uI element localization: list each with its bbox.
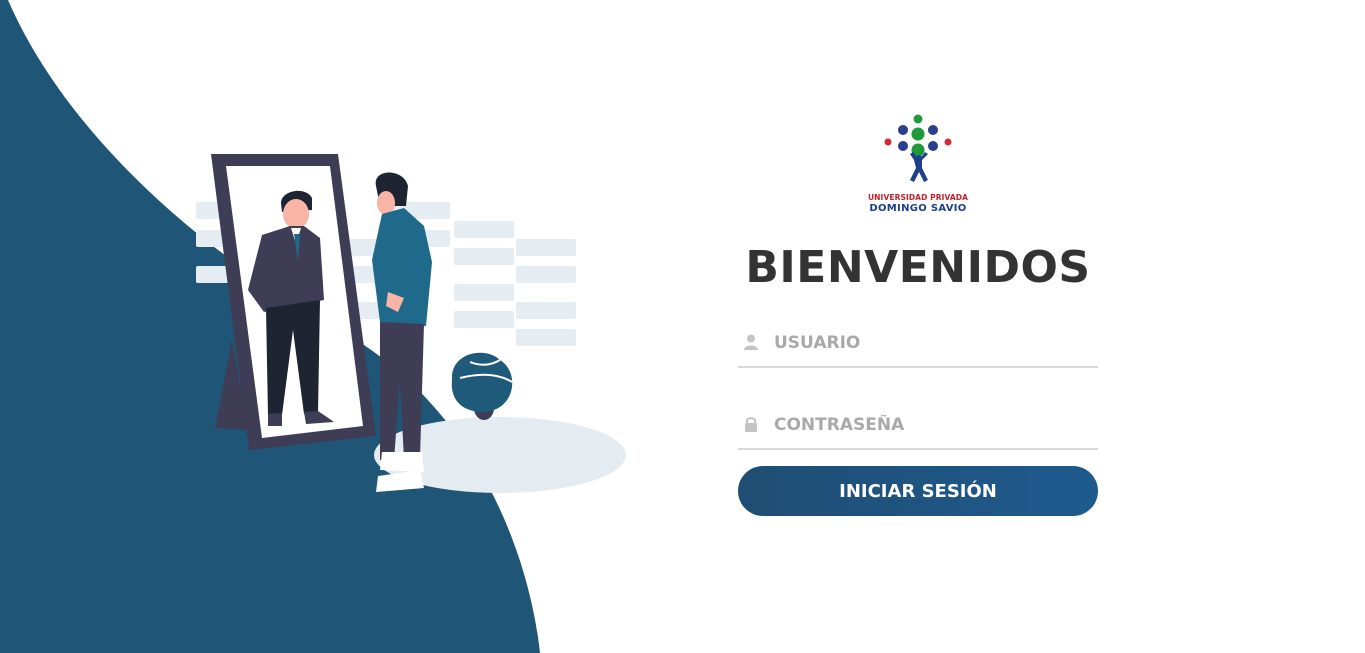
password-input[interactable] [772,402,1096,448]
login-panel: UNIVERSIDAD PRIVADA DOMINGO SAVIO BIENVE… [738,110,1098,516]
user-icon [744,334,758,350]
login-button[interactable]: INICIAR SESIÓN [738,466,1098,516]
password-field [738,402,1098,450]
logo-container: UNIVERSIDAD PRIVADA DOMINGO SAVIO [738,110,1098,220]
logo-text-line2: DOMINGO SAVIO [869,203,967,214]
lock-icon [745,417,757,432]
logo-emblem-icon [884,114,952,182]
logo-text-line1: UNIVERSIDAD PRIVADA [867,193,968,202]
username-field [738,320,1098,368]
welcome-title: BIENVENIDOS [745,242,1091,293]
university-logo: UNIVERSIDAD PRIVADA DOMINGO SAVIO [866,110,970,218]
mirror-illustration [196,154,626,493]
username-input[interactable] [772,320,1096,366]
